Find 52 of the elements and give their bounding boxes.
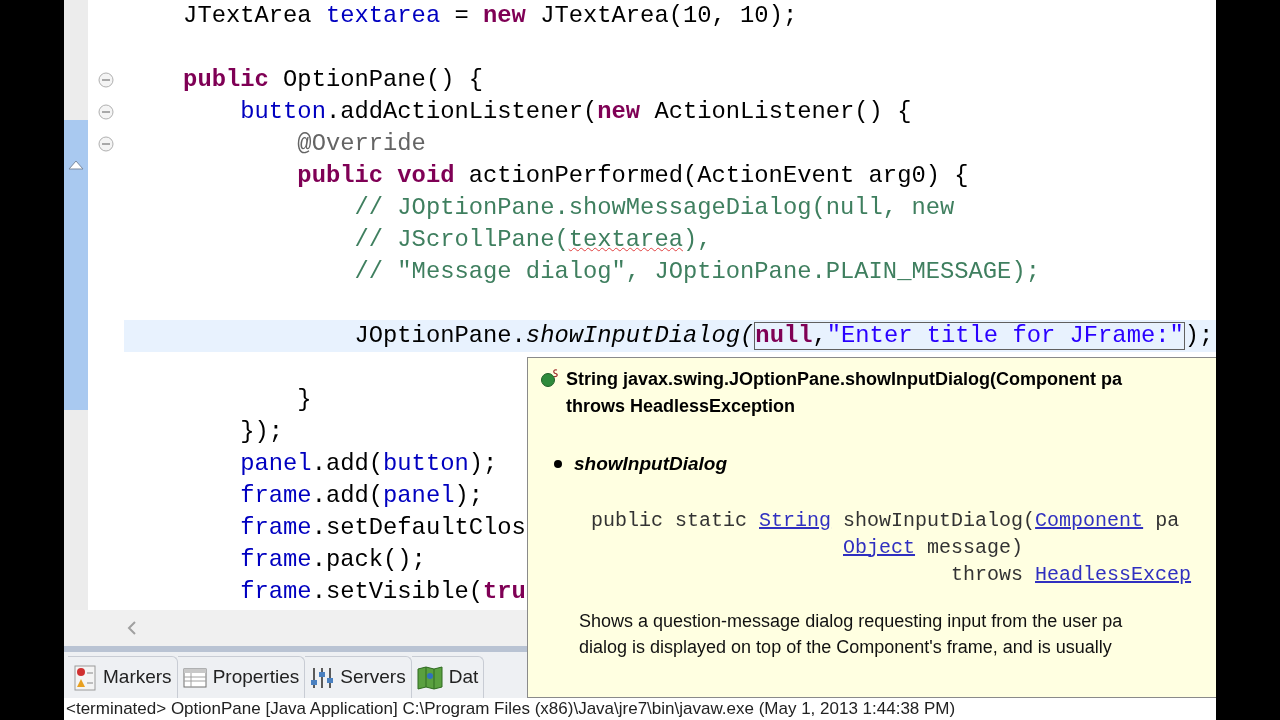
code-token: // JOptionPane.showMessageDialog(null, new <box>353 193 955 224</box>
code-token: // "Message dialog", JOptionPane.PLAIN_MESSAGE); <box>353 257 1040 288</box>
code-token: actionPerformed(ActionEvent arg0) { <box>467 161 969 192</box>
code-token: JTextArea <box>182 1 313 32</box>
code-token: JTextArea(10, 10); <box>539 1 798 32</box>
code-token: @Override <box>296 129 426 160</box>
code-token: textarea <box>568 225 683 256</box>
signature-text: throws <box>950 561 1025 588</box>
code-token: new <box>483 1 526 32</box>
code-token: , <box>812 322 827 349</box>
signature-text: pa <box>1154 507 1180 534</box>
code-token: public <box>182 65 269 96</box>
code-token: new <box>597 97 641 128</box>
code-token: "Enter title for JFrame:" <box>826 322 1184 349</box>
code-token: tru <box>483 577 526 608</box>
popup-header: String javax.swing.JOptionPane.showInputDialog(Component pa <box>566 368 1123 391</box>
code-token: frame <box>239 577 312 608</box>
code-token: .pack(); <box>311 545 426 576</box>
code-token: frame <box>239 513 312 544</box>
code-token: ); <box>1184 321 1214 352</box>
code-token: JOptionPane. <box>353 321 526 352</box>
code-token: ActionListener() { <box>653 97 912 128</box>
code-token: frame <box>239 545 312 576</box>
code-token: panel <box>383 481 455 512</box>
description-text: Shows a question-message dialog requesting input from the user pa <box>579 609 1124 633</box>
signature-text: public static <box>591 507 749 534</box>
description-text: dialog is displayed on top of the Component's frame, and is usually <box>579 635 1113 659</box>
code-token: public void <box>296 161 455 192</box>
code-token: ), <box>682 225 712 256</box>
code-token: .setVisible( <box>311 577 484 608</box>
member-name: showInputDialog <box>574 452 728 476</box>
signature-text: message) <box>926 534 1024 561</box>
code-token: .add( <box>311 449 384 480</box>
code-token: null <box>755 322 813 349</box>
code-token: .addActionListener( <box>325 97 598 128</box>
code-token: }); <box>239 417 284 448</box>
code-token: button <box>239 97 326 128</box>
code-token: OptionPane() { <box>282 65 484 96</box>
code-token: = <box>453 1 470 32</box>
signature-text: showInputDialog( <box>842 507 1036 534</box>
code-token: ); <box>454 481 484 512</box>
code-token: button <box>383 449 469 480</box>
code-token: ); <box>468 449 498 480</box>
code-token: frame <box>239 481 312 512</box>
code-token: textarea <box>325 1 441 32</box>
code-token: showInputDialog( <box>525 321 755 352</box>
code-token: .setDefaultClos <box>311 513 526 544</box>
code-token: // JScrollPane( <box>353 225 569 256</box>
code-token: } <box>296 385 312 416</box>
code-token: .add( <box>311 481 384 512</box>
code-token: panel <box>239 449 312 480</box>
popup-header: throws HeadlessException <box>566 395 797 418</box>
